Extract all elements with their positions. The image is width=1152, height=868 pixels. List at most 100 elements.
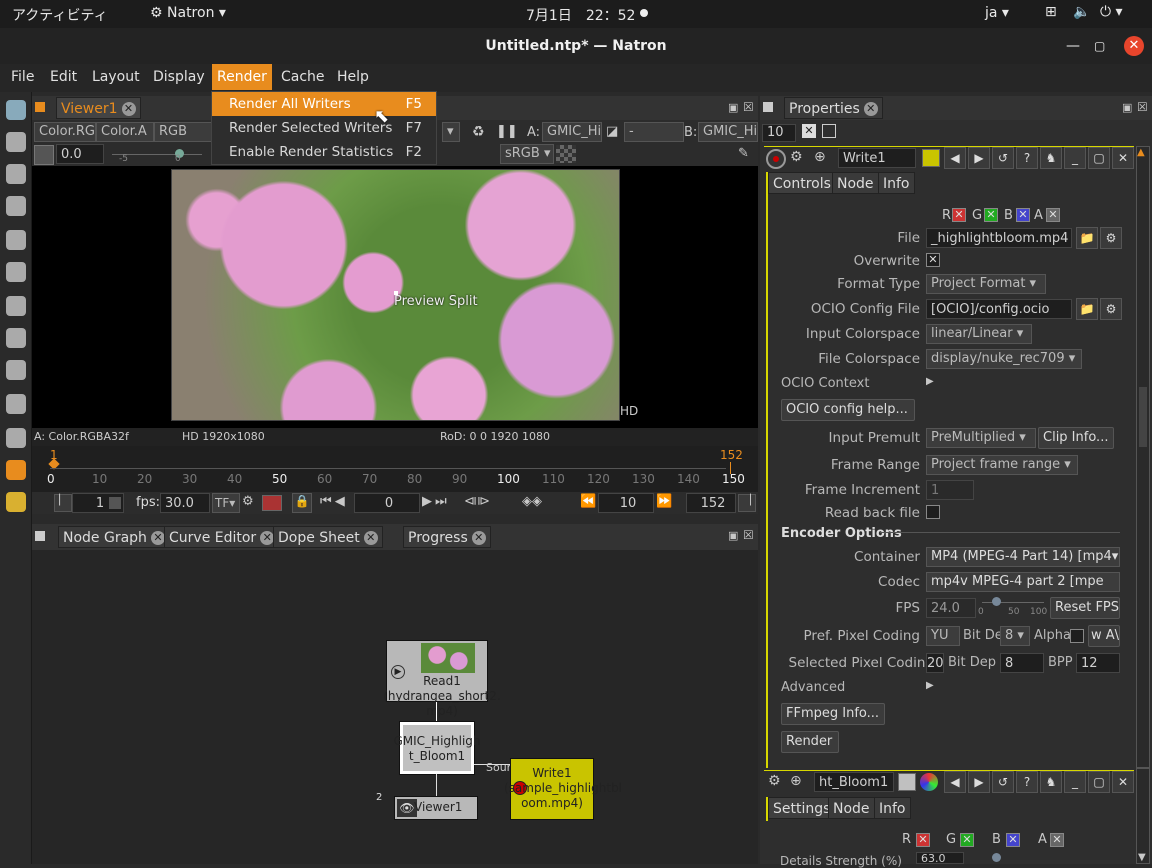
restore-defaults-icon[interactable]: ↺	[992, 147, 1014, 169]
rewind-increment-icon[interactable]: ⏪	[580, 494, 596, 509]
plugin-info-icon[interactable]: ♞	[1040, 147, 1062, 169]
refresh-icon[interactable]: ♻	[472, 124, 485, 140]
input-premult-select[interactable]: PreMultiplied ▾	[926, 428, 1036, 448]
reset-fps-button[interactable]: Reset FPS	[1050, 597, 1120, 619]
render-in-viewer-icon[interactable]	[262, 495, 282, 511]
settings-icon[interactable]: ⚙	[790, 149, 803, 165]
gain-icon[interactable]	[34, 145, 54, 165]
gmic-tool-icon[interactable]	[6, 460, 26, 480]
menu-cache[interactable]: Cache	[276, 64, 330, 90]
tab-controls[interactable]: Controls	[768, 172, 836, 194]
gmic-scrollbar[interactable]: ▼	[1136, 768, 1150, 864]
color-tool-icon[interactable]	[6, 230, 26, 250]
undo-icon[interactable]: ◀	[944, 147, 966, 169]
scroll-down-icon[interactable]: ▼	[1138, 852, 1146, 863]
channel-tool-icon[interactable]	[6, 196, 26, 216]
pref-pixel-coding-select[interactable]: YU	[926, 626, 960, 646]
timeline[interactable]: 1 152 0 10 20 30 40 50 60 70 80 90 100 110 120 130 140…	[32, 446, 758, 492]
turbo-icon[interactable]: ⚙	[242, 494, 254, 509]
play-backward-controls[interactable]: ⏮◀	[320, 494, 348, 509]
selected-pixel-coding-input[interactable]: 20	[926, 653, 944, 673]
activities-button[interactable]: アクティビティ	[12, 5, 108, 25]
read-back-checkbox[interactable]	[926, 505, 940, 519]
ocio-context-expand-icon[interactable]: ▶	[926, 376, 934, 387]
viewer-canvas[interactable]: Preview Split HD	[32, 166, 758, 428]
ocio-config-input[interactable]: [OCIO]/config.ocio	[926, 299, 1072, 319]
composite-icon[interactable]: ◪	[606, 124, 618, 139]
b-channel-checkbox[interactable]: ✕	[1006, 833, 1020, 847]
advanced-expand-icon[interactable]: ▶	[926, 680, 934, 691]
help-icon[interactable]: ?	[1016, 147, 1038, 169]
b-channel-checkbox[interactable]: ✕	[1016, 208, 1030, 222]
close-panel-icon[interactable]: ☒	[1137, 100, 1148, 114]
split-handle-icon[interactable]	[394, 291, 398, 295]
minimize-panels-icon[interactable]	[822, 124, 836, 138]
fps-slider-handle[interactable]	[992, 597, 1001, 606]
minimize-icon[interactable]: —	[1066, 28, 1080, 64]
bpp-input[interactable]: 12	[1076, 653, 1120, 673]
menu-layout[interactable]: Layout	[87, 64, 145, 90]
input-colorspace-select[interactable]: linear/Linear ▾	[926, 324, 1032, 344]
tab-node[interactable]: Node	[832, 172, 879, 194]
minimize-node-icon[interactable]: _	[1064, 771, 1086, 793]
frame-end-input[interactable]: 152	[686, 493, 736, 513]
panel-menu-icon[interactable]	[35, 102, 45, 112]
redo-icon[interactable]: ▶	[968, 771, 990, 793]
merge-tool-icon[interactable]	[6, 328, 26, 348]
close-tab-icon[interactable]: ✕	[150, 531, 165, 545]
close-panel-icon[interactable]: ☒	[743, 100, 754, 114]
viewer-dropdown[interactable]: ▾	[442, 122, 460, 142]
center-node-icon[interactable]: ⊕	[814, 149, 826, 165]
color-picker-icon[interactable]: ✎	[738, 146, 749, 161]
browse-ocio-icon[interactable]: 📁	[1076, 298, 1098, 320]
paint-tool-icon[interactable]	[6, 132, 26, 152]
container-select[interactable]: MP4 (MPEG-4 Part 14) [mp4▾	[926, 547, 1120, 567]
tab-info[interactable]: Info	[874, 797, 911, 819]
tab-node[interactable]: Node	[828, 797, 875, 819]
ffmpeg-info-button[interactable]: FFmpeg Info...	[781, 703, 885, 725]
details-strength-input[interactable]: 63.0	[916, 852, 964, 864]
tab-node-graph[interactable]: Node Graph ✕	[58, 526, 170, 548]
settings-icon[interactable]: ⚙	[768, 773, 781, 789]
tab-viewer1[interactable]: Viewer1 ✕	[56, 97, 141, 119]
redo-icon[interactable]: ▶	[968, 147, 990, 169]
close-tab-icon[interactable]: ✕	[121, 102, 136, 116]
gain-input[interactable]: 0.0	[56, 144, 104, 164]
set-in-point-icon[interactable]: ▏	[54, 494, 72, 512]
render-all-writers-item[interactable]: Render All Writers F5	[212, 92, 436, 116]
float-panel-icon[interactable]: ▣	[728, 101, 738, 114]
float-node-icon[interactable]: ▢	[1088, 147, 1110, 169]
network-icon[interactable]: ⊞	[1045, 4, 1057, 20]
menu-file[interactable]: File	[6, 64, 39, 90]
a-channel-checkbox[interactable]: ✕	[1050, 833, 1064, 847]
close-tab-icon[interactable]: ✕	[471, 531, 486, 545]
max-panels-input[interactable]: 10	[762, 124, 796, 142]
codec-select[interactable]: mp4v MPEG-4 part 2 [mpe	[926, 572, 1120, 592]
volume-icon[interactable]: 🔈	[1073, 4, 1090, 20]
details-slider-handle[interactable]	[992, 853, 1001, 862]
clear-panels-icon[interactable]: ✕	[802, 124, 816, 138]
g-channel-checkbox[interactable]: ✕	[960, 833, 974, 847]
menu-help[interactable]: Help	[332, 64, 374, 90]
float-node-icon[interactable]: ▢	[1088, 771, 1110, 793]
file-colorspace-select[interactable]: display/nuke_rec709 ▾	[926, 349, 1082, 369]
tab-properties[interactable]: Properties ✕	[784, 97, 883, 119]
fps-input[interactable]: 24.0	[926, 598, 976, 618]
tab-dope-sheet[interactable]: Dope Sheet ✕	[273, 526, 383, 548]
transform2-tool-icon[interactable]	[6, 360, 26, 380]
language-selector[interactable]: ja ▾	[985, 5, 1009, 21]
set-out-point-icon[interactable]: ▕	[738, 494, 756, 512]
app-menu[interactable]: ⚙ Natron ▾	[150, 5, 226, 21]
overlay-color-icon[interactable]	[920, 773, 938, 791]
restore-defaults-icon[interactable]: ↺	[992, 771, 1014, 793]
maximize-icon[interactable]: ▢	[1094, 28, 1105, 64]
pause-icon[interactable]: ❚❚	[496, 124, 518, 139]
menu-render[interactable]: Render	[212, 64, 272, 90]
g-channel-checkbox[interactable]: ✕	[984, 208, 998, 222]
tab-settings[interactable]: Settings	[768, 797, 836, 819]
render-button[interactable]: Render	[781, 731, 839, 753]
filter-tool-icon[interactable]	[6, 262, 26, 282]
node-color-swatch[interactable]	[922, 149, 940, 167]
float-panel-icon[interactable]: ▣	[728, 529, 738, 542]
render-write-icon[interactable]	[766, 149, 786, 169]
